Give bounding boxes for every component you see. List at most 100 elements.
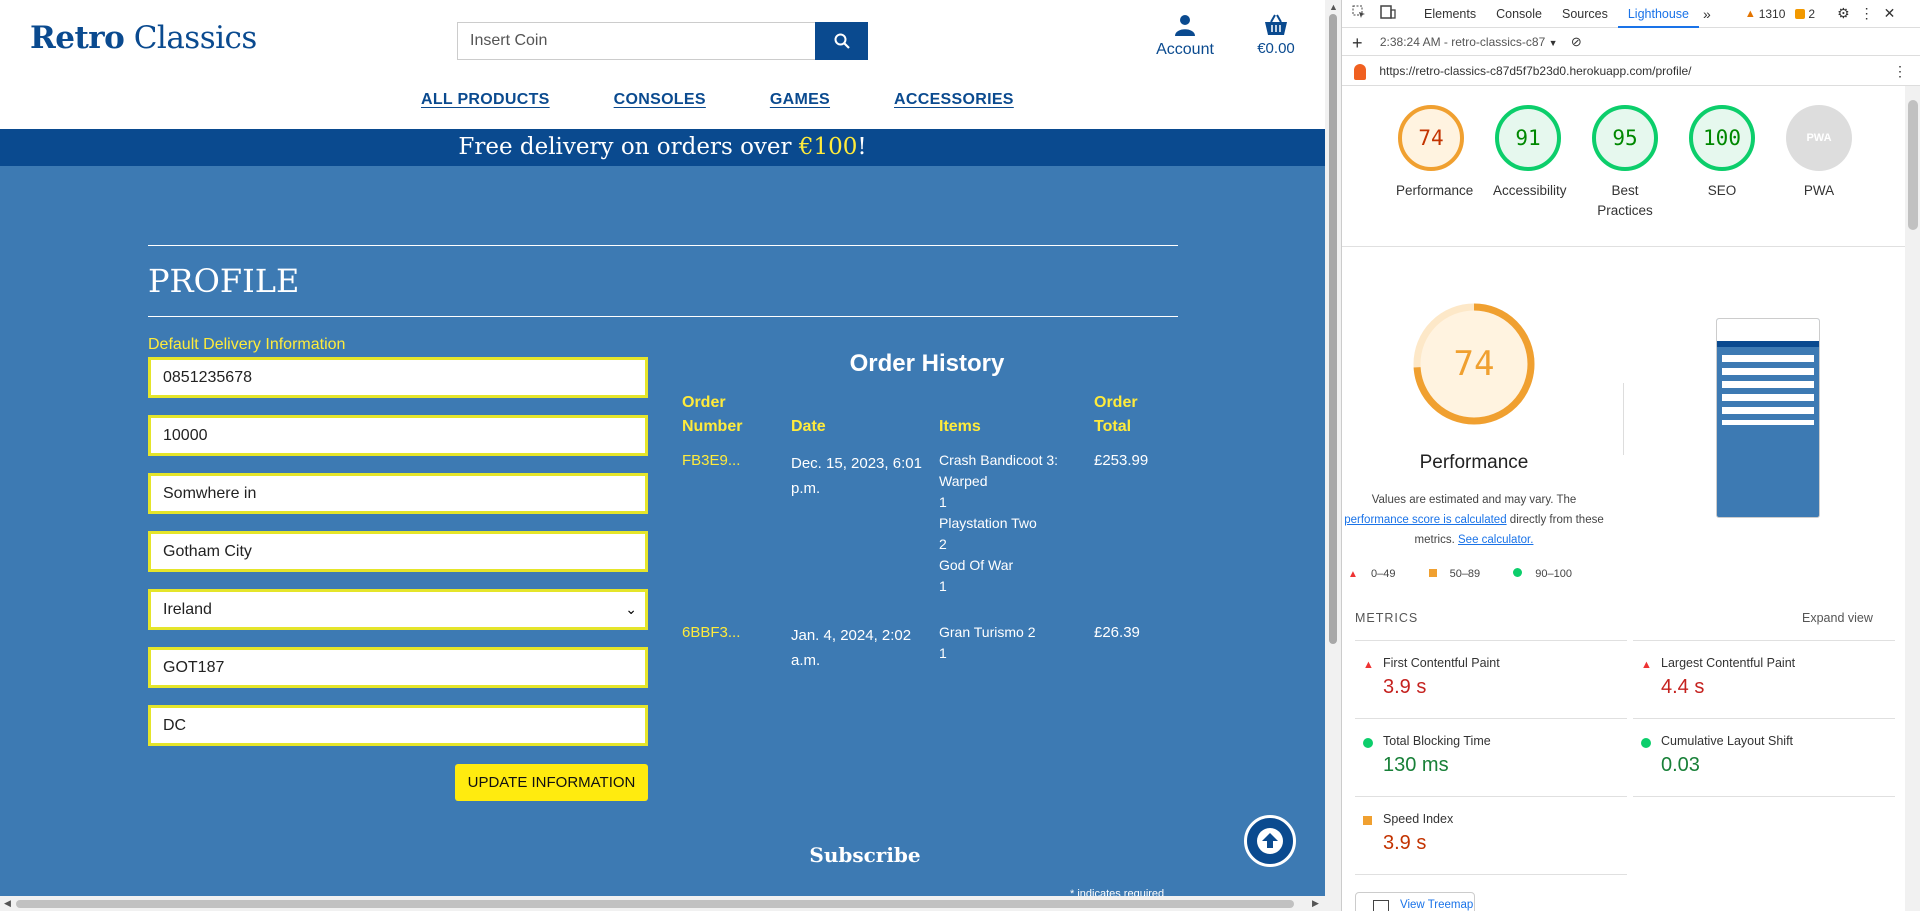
new-report-icon[interactable]: +: [1352, 33, 1363, 53]
gear-icon[interactable]: ⚙: [1837, 5, 1850, 22]
issue-icon: [1795, 8, 1806, 19]
update-information-button[interactable]: UPDATE INFORMATION: [455, 764, 648, 801]
order-total: £26.39: [1094, 624, 1140, 641]
score-gauge-best-practices[interactable]: 95 Best Practices: [1590, 105, 1660, 221]
nav-games[interactable]: GAMES: [770, 91, 830, 109]
page-horizontal-scrollbar[interactable]: ◀ ▶: [0, 896, 1341, 911]
tab-elements[interactable]: Elements: [1414, 0, 1486, 28]
item-line: Warped: [939, 473, 988, 489]
nav-all-products[interactable]: ALL PRODUCTS: [421, 91, 550, 109]
score-calculated-link[interactable]: performance score is calculated: [1344, 514, 1506, 526]
kebab-menu-icon[interactable]: ⋮: [1860, 5, 1874, 22]
account-link[interactable]: Account: [1150, 14, 1220, 59]
header-order-number: Order Number: [682, 391, 742, 439]
basket-icon: [1265, 14, 1287, 35]
see-calculator-link[interactable]: See calculator.: [1458, 534, 1533, 546]
header-text: Total: [1094, 418, 1132, 435]
legend-pass: 90–100: [1535, 568, 1573, 580]
dropdown-icon[interactable]: ▼: [1549, 38, 1558, 48]
scroll-up-arrow-icon[interactable]: ▲: [1329, 2, 1338, 12]
average-square-icon: [1363, 816, 1372, 825]
nav-consoles[interactable]: CONSOLES: [614, 91, 706, 109]
legend-fail: 0–49: [1370, 568, 1396, 580]
close-icon[interactable]: ✕: [1884, 5, 1896, 22]
metric-speed-index: Speed Index 3.9 s: [1355, 812, 1595, 855]
county-field[interactable]: DC: [148, 705, 648, 746]
tab-lighthouse[interactable]: Lighthouse: [1617, 0, 1700, 28]
view-treemap-label: View Treemap: [1400, 899, 1474, 911]
gauge-value: 95: [1592, 105, 1658, 171]
scrollbar-thumb[interactable]: [1329, 14, 1337, 644]
nav-accessories[interactable]: ACCESSORIES: [894, 91, 1014, 109]
metric-name: Total Blocking Time: [1383, 734, 1491, 748]
search-button[interactable]: [815, 22, 868, 60]
score-gauge-seo[interactable]: 100 SEO: [1687, 105, 1757, 201]
site-logo[interactable]: Retro Classics: [30, 20, 257, 56]
city-field[interactable]: Gotham City: [148, 531, 648, 572]
cart-link[interactable]: €0.00: [1250, 14, 1302, 57]
metric-name: First Contentful Paint: [1383, 656, 1500, 670]
expand-view-toggle[interactable]: Expand view: [1802, 611, 1873, 625]
report-menu-icon[interactable]: ⋮: [1893, 56, 1907, 86]
divider: [148, 316, 1178, 317]
tab-sources[interactable]: Sources: [1552, 0, 1618, 28]
scroll-left-arrow-icon[interactable]: ◀: [4, 898, 11, 909]
devtools-vertical-scrollbar[interactable]: [1905, 86, 1920, 911]
metric-name: Cumulative Layout Shift: [1661, 734, 1794, 748]
country-value: Ireland: [163, 601, 212, 618]
phone-field[interactable]: 0851235678: [148, 357, 648, 398]
search-input[interactable]: [457, 22, 815, 60]
inspect-icon[interactable]: [1352, 5, 1366, 22]
page-screenshot-thumbnail[interactable]: [1716, 318, 1820, 518]
header-order-total: Order Total: [1094, 391, 1138, 439]
order-number-link[interactable]: 6BBF3...: [682, 623, 740, 643]
divider: [1355, 874, 1627, 875]
tab-console[interactable]: Console: [1486, 0, 1552, 28]
banner-amount: €100: [798, 134, 858, 160]
lighthouse-toolbar: + 2:38:24 AM - retro-classics-c87 ▼ ⊘: [1342, 28, 1920, 56]
page-vertical-scrollbar[interactable]: ▲: [1325, 0, 1341, 896]
score-gauge-accessibility[interactable]: 91 Accessibility: [1493, 105, 1567, 201]
scrollbar-thumb[interactable]: [16, 900, 1294, 908]
clear-icon[interactable]: ⊘: [1571, 34, 1582, 49]
item-line: Crash Bandicoot 3:: [939, 452, 1059, 468]
gauge-label: PWA: [1803, 183, 1835, 198]
legend-average: 50–89: [1449, 568, 1481, 580]
page-title: PROFILE: [148, 262, 300, 300]
metric-value: 4.4 s: [1661, 676, 1705, 698]
performance-heading: Performance: [1419, 452, 1529, 473]
report-url[interactable]: https://retro-classics-c87d5f7b23d0.hero…: [1379, 64, 1691, 78]
score-gauge-pwa[interactable]: PWA PWA: [1784, 105, 1854, 201]
score-gauge-performance[interactable]: 74 Performance: [1396, 105, 1473, 201]
country-select[interactable]: Ireland ⌄: [148, 589, 648, 630]
devtools-tabbar: Elements Console Sources Lighthouse » ▲ …: [1342, 0, 1920, 28]
gauge-value: 91: [1495, 105, 1561, 171]
street-field[interactable]: Somwhere in: [148, 473, 648, 514]
device-toggle-icon[interactable]: [1380, 5, 1396, 22]
gauge-value: 74: [1398, 105, 1464, 171]
more-tabs-icon[interactable]: »: [1703, 6, 1711, 22]
item-line: 1: [939, 645, 947, 661]
postcode-field[interactable]: 10000: [148, 415, 648, 456]
banner-end: !: [857, 134, 867, 160]
issue-count[interactable]: 2: [1808, 7, 1815, 21]
account-label: Account: [1156, 41, 1214, 58]
treemap-icon: [1373, 900, 1389, 911]
warning-count[interactable]: 1310: [1759, 7, 1786, 21]
order-number-link[interactable]: FB3E9...: [682, 451, 740, 471]
metric-value: 0.03: [1661, 754, 1700, 776]
scrollbar-thumb[interactable]: [1908, 100, 1918, 230]
delivery-info-label: Default Delivery Information: [148, 336, 346, 353]
divider: [148, 245, 1178, 246]
back-to-top-button[interactable]: [1244, 815, 1296, 867]
gauge-value: 100: [1689, 105, 1755, 171]
metric-name: Largest Contentful Paint: [1661, 656, 1796, 670]
street2-field[interactable]: GOT187: [148, 647, 648, 688]
item-line: God Of War: [939, 557, 1014, 573]
metrics-heading: METRICS: [1355, 611, 1419, 625]
scroll-right-arrow-icon[interactable]: ▶: [1312, 898, 1319, 909]
metric-value: 130 ms: [1383, 754, 1449, 776]
logo-rest-text: Classics: [133, 20, 258, 56]
report-selector[interactable]: 2:38:24 AM - retro-classics-c87: [1380, 35, 1545, 49]
view-treemap-button[interactable]: View Treemap: [1355, 892, 1475, 911]
